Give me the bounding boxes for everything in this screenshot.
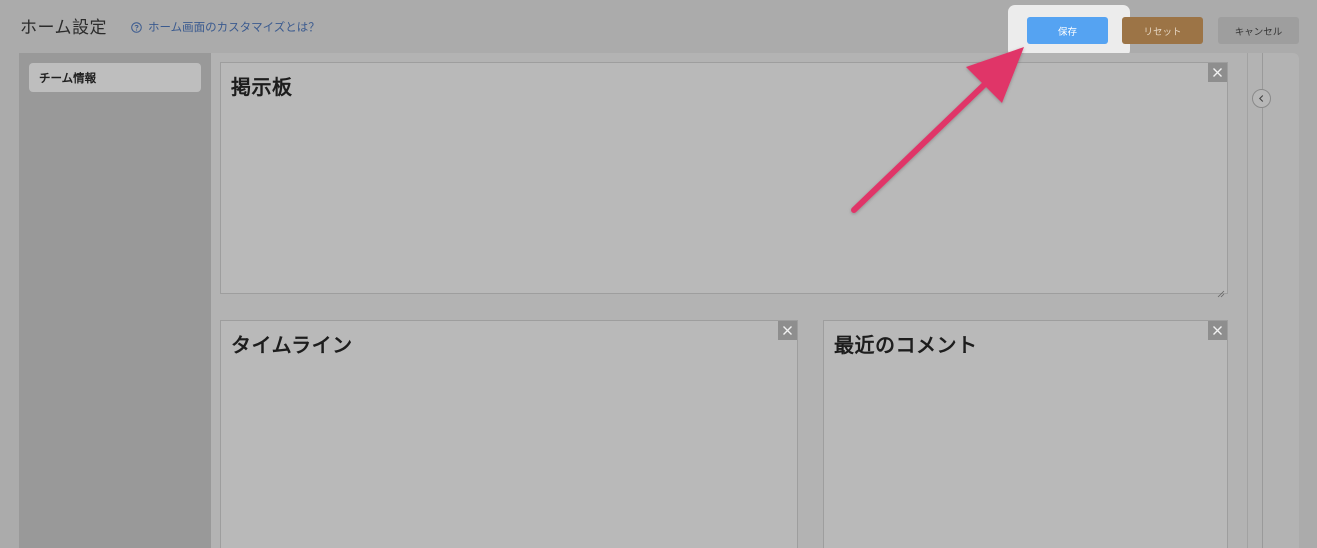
sidebar-item-team-info[interactable]: チーム情報	[29, 63, 201, 92]
help-link[interactable]: ホーム画面のカスタマイズとは？	[131, 19, 320, 35]
widget-board[interactable]: 掲示板	[220, 62, 1228, 298]
cancel-button[interactable]: キャンセル	[1218, 17, 1299, 44]
chevron-left-icon[interactable]	[1252, 89, 1271, 108]
reset-button[interactable]: リセット	[1122, 17, 1203, 44]
widget-title: タイムライン	[231, 333, 353, 357]
widget-title: 掲示板	[231, 75, 293, 99]
close-icon[interactable]	[1208, 321, 1227, 340]
question-circle-icon	[131, 21, 142, 33]
help-link-label: ホーム画面のカスタマイズとは？	[148, 20, 320, 34]
panel-divider	[1247, 53, 1248, 548]
widget-recent-comments[interactable]: 最近のコメント	[823, 320, 1228, 548]
sidebar-item-label: チーム情報	[39, 70, 97, 85]
resize-grip-icon[interactable]	[1217, 283, 1225, 298]
close-icon[interactable]	[778, 321, 797, 340]
home-settings-page: ホーム設定 ホーム画面のカスタマイズとは？ 保存 リセット キャンセル チーム情…	[0, 0, 1317, 548]
widget-title: 最近のコメント	[834, 333, 978, 357]
sidebar: チーム情報	[19, 53, 211, 548]
save-button[interactable]: 保存	[1027, 17, 1108, 44]
panel-divider-secondary	[1262, 53, 1263, 548]
close-icon[interactable]	[1208, 63, 1227, 82]
widget-timeline[interactable]: タイムライン	[220, 320, 798, 548]
page-title: ホーム設定	[20, 18, 107, 38]
